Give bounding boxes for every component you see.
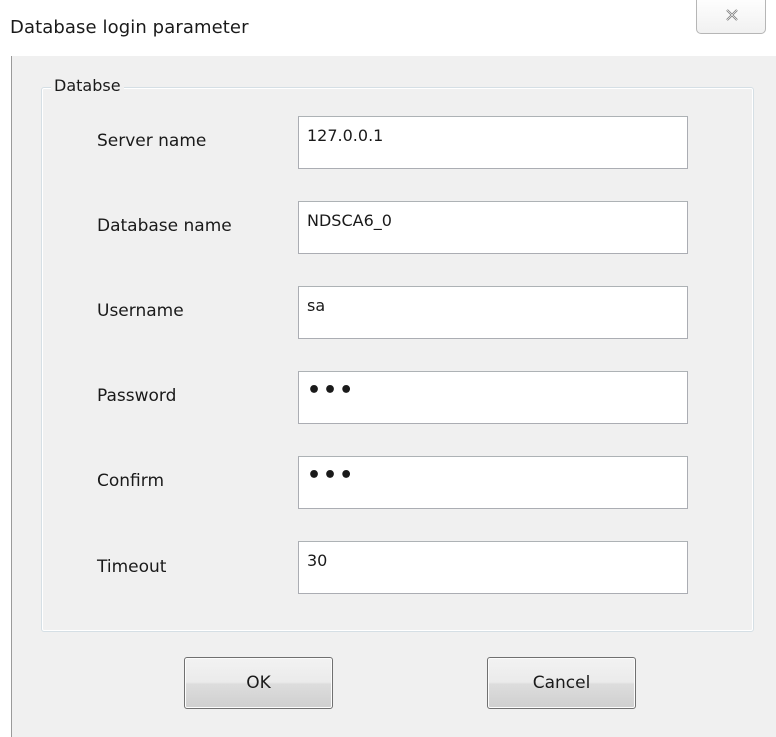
database-name-label: Database name (97, 216, 232, 236)
dialog-window: Database login parameter Databse Server … (0, 0, 776, 737)
username-input[interactable]: sa (298, 286, 688, 339)
password-input[interactable]: ••• (298, 371, 688, 424)
timeout-label: Timeout (97, 557, 167, 577)
title-bar: Database login parameter (0, 0, 776, 56)
server-name-label: Server name (97, 131, 207, 151)
database-name-input[interactable]: NDSCA6_0 (298, 201, 688, 254)
close-icon (726, 9, 738, 21)
groupbox-label: Databse (51, 76, 124, 95)
password-label: Password (97, 386, 177, 406)
confirm-label: Confirm (97, 471, 165, 491)
cancel-button[interactable]: Cancel (487, 657, 636, 709)
close-button[interactable] (696, 0, 766, 34)
server-name-input[interactable]: 127.0.0.1 (298, 116, 688, 169)
confirm-password-input[interactable]: ••• (298, 456, 688, 509)
window-title: Database login parameter (10, 17, 249, 38)
timeout-input[interactable]: 30 (298, 541, 688, 594)
username-label: Username (97, 301, 184, 321)
ok-button[interactable]: OK (184, 657, 333, 709)
